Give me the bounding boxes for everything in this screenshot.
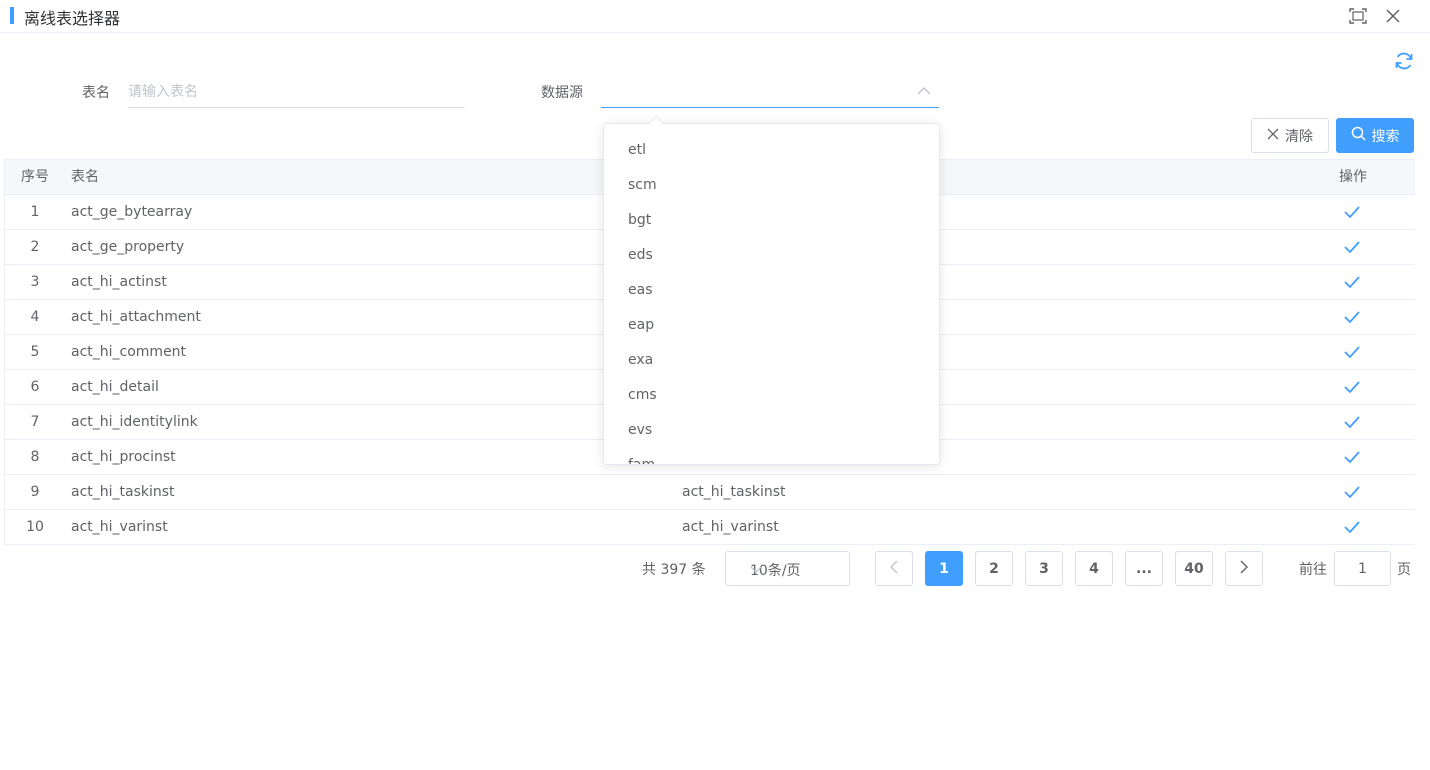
refresh-icon[interactable]	[1393, 50, 1415, 72]
check-icon[interactable]	[1343, 204, 1361, 220]
dropdown-option[interactable]: scm	[604, 168, 939, 203]
maximize-icon[interactable]	[1347, 5, 1369, 27]
check-icon[interactable]	[1343, 344, 1361, 360]
row-table-name: act_ge_property	[71, 239, 185, 255]
check-icon[interactable]	[1343, 274, 1361, 290]
close-x-icon	[1267, 128, 1279, 144]
row-index: 8	[30, 449, 40, 465]
column-header-index: 序号	[21, 169, 49, 185]
row-table-name: act_hi_detail	[71, 379, 159, 395]
row-table-name: act_hi_actinst	[71, 274, 167, 290]
search-button[interactable]: 搜索	[1336, 118, 1414, 153]
dropdown-option[interactable]: bgt	[604, 203, 939, 238]
row-table-name: act_hi_taskinst	[71, 484, 175, 500]
table-name-label: 表名	[82, 85, 110, 101]
page-ellipsis-button[interactable]: ...	[1125, 551, 1163, 586]
page-button[interactable]: 4	[1075, 551, 1113, 586]
table-row: 9 act_hi_taskinst act_hi_taskinst	[5, 475, 1415, 510]
check-icon[interactable]	[1343, 309, 1361, 325]
datasource-dropdown: etl scm bgt eds eas eap exa cms evs fam	[603, 123, 940, 465]
row-index: 10	[26, 519, 44, 535]
row-table-name: act_ge_bytearray	[71, 204, 193, 220]
row-table-name: act_hi_procinst	[71, 449, 176, 465]
dialog-header: 离线表选择器	[0, 0, 1430, 33]
row-index: 1	[30, 204, 40, 220]
row-table-comment: act_hi_taskinst	[682, 484, 786, 500]
dropdown-option[interactable]: eds	[604, 238, 939, 273]
row-index: 3	[30, 274, 40, 290]
page-size-select[interactable]: 10条/页	[725, 551, 850, 586]
goto-suffix: 页	[1397, 562, 1411, 578]
title-accent-bar	[10, 7, 14, 24]
row-table-name: act_hi_identitylink	[71, 414, 198, 430]
search-button-label: 搜索	[1371, 128, 1400, 145]
column-header-name: 表名	[71, 169, 99, 185]
chevron-right-icon	[1239, 560, 1249, 578]
datasource-label: 数据源	[541, 85, 583, 101]
row-index: 4	[30, 309, 40, 325]
chevron-down-icon	[750, 563, 839, 579]
dropdown-option[interactable]: etl	[604, 133, 939, 168]
check-icon[interactable]	[1343, 239, 1361, 255]
row-index: 2	[30, 239, 40, 255]
dropdown-option[interactable]: exa	[604, 343, 939, 378]
row-table-name: act_hi_comment	[71, 344, 187, 360]
dropdown-option[interactable]: evs	[604, 413, 939, 448]
row-index: 6	[30, 379, 40, 395]
clear-button[interactable]: 清除	[1251, 118, 1329, 153]
search-icon	[1351, 126, 1366, 145]
row-index: 9	[30, 484, 40, 500]
page-button[interactable]: 2	[975, 551, 1013, 586]
pagination-total: 共 397 条	[642, 562, 706, 578]
goto-page-input[interactable]	[1334, 551, 1391, 586]
goto-label: 前往	[1299, 562, 1327, 578]
page-button[interactable]: 1	[925, 551, 963, 586]
row-index: 5	[30, 344, 40, 360]
dialog-title: 离线表选择器	[24, 9, 121, 28]
check-icon[interactable]	[1343, 414, 1361, 430]
dropdown-option[interactable]: fam	[604, 448, 939, 464]
table-name-input[interactable]	[128, 76, 465, 108]
clear-button-label: 清除	[1285, 128, 1313, 145]
row-table-name: act_hi_varinst	[71, 519, 168, 535]
column-header-operation: 操作	[1339, 169, 1367, 185]
row-table-name: act_hi_attachment	[71, 309, 201, 325]
chevron-up-icon	[917, 84, 931, 102]
check-icon[interactable]	[1343, 484, 1361, 500]
check-icon[interactable]	[1343, 519, 1361, 535]
check-icon[interactable]	[1343, 449, 1361, 465]
close-icon[interactable]	[1382, 5, 1404, 27]
chevron-left-icon	[889, 560, 899, 578]
row-index: 7	[30, 414, 40, 430]
next-page-button[interactable]	[1225, 551, 1263, 586]
page-button[interactable]: 3	[1025, 551, 1063, 586]
row-table-comment: act_hi_varinst	[682, 519, 779, 535]
page-button[interactable]: 40	[1175, 551, 1213, 586]
prev-page-button[interactable]	[875, 551, 913, 586]
dropdown-option[interactable]: cms	[604, 378, 939, 413]
datasource-select[interactable]	[601, 76, 939, 108]
check-icon[interactable]	[1343, 379, 1361, 395]
table-row: 10 act_hi_varinst act_hi_varinst	[5, 510, 1415, 545]
dropdown-option[interactable]: eas	[604, 273, 939, 308]
dropdown-option[interactable]: eap	[604, 308, 939, 343]
